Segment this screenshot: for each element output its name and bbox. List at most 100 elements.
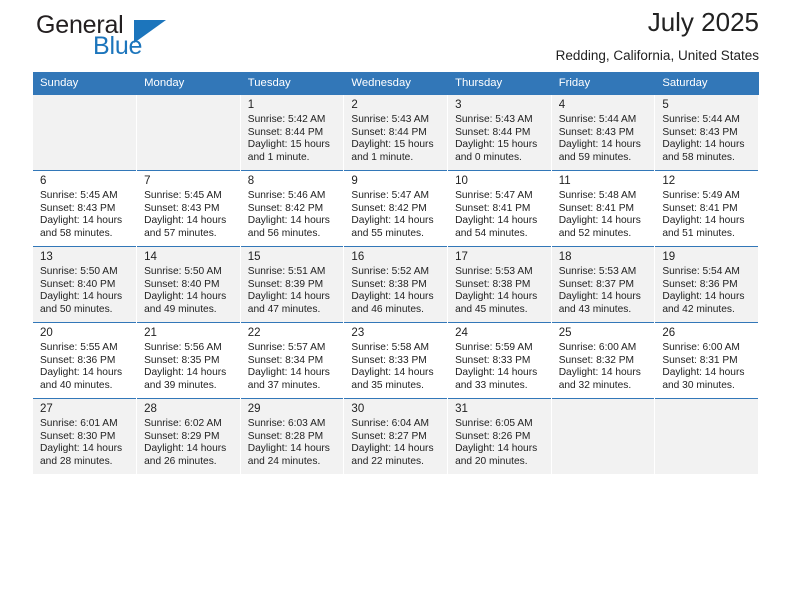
day-cell[interactable]: 16 Sunrise: 5:52 AM Sunset: 8:38 PM Dayli… — [343, 246, 449, 323]
day-number: 15 — [247, 251, 261, 263]
day-cell[interactable] — [654, 398, 759, 474]
day-cell[interactable]: 29 Sunrise: 6:03 AM Sunset: 8:28 PM Dayli… — [240, 398, 345, 474]
general-blue-logo: General Blue — [36, 12, 216, 68]
day-cell[interactable]: 1 Sunrise: 5:42 AM Sunset: 8:44 PM Daylig… — [240, 94, 345, 171]
day-number: 16 — [351, 251, 365, 263]
day-number: 19 — [662, 251, 676, 263]
day-cell[interactable]: 3 Sunrise: 5:43 AM Sunset: 8:44 PM Daylig… — [447, 94, 552, 171]
day-sun-info: Sunrise: 6:05 AM Sunset: 8:26 PM Dayligh… — [455, 418, 538, 467]
day-sun-info: Sunrise: 5:50 AM Sunset: 8:40 PM Dayligh… — [144, 266, 227, 315]
day-number: 8 — [247, 175, 255, 187]
day-sun-info: Sunrise: 6:01 AM Sunset: 8:30 PM Dayligh… — [40, 418, 123, 467]
day-cell[interactable]: 6 Sunrise: 5:45 AM Sunset: 8:43 PM Daylig… — [33, 170, 138, 247]
day-cell[interactable]: 21 Sunrise: 5:56 AM Sunset: 8:35 PM Dayli… — [136, 322, 241, 399]
day-cell[interactable]: 20 Sunrise: 5:55 AM Sunset: 8:36 PM Dayli… — [33, 322, 138, 399]
day-sun-info: Sunrise: 5:56 AM Sunset: 8:35 PM Dayligh… — [144, 342, 227, 391]
day-cell[interactable]: 24 Sunrise: 5:59 AM Sunset: 8:33 PM Dayli… — [447, 322, 552, 399]
day-number: 9 — [351, 175, 358, 187]
day-number: 22 — [247, 327, 261, 339]
weekday-header-row: Sunday Monday Tuesday Wednesday Thursday… — [33, 72, 759, 95]
day-cell[interactable]: 7 Sunrise: 5:45 AM Sunset: 8:43 PM Daylig… — [136, 170, 241, 247]
calendar-week-row: 27 Sunrise: 6:01 AM Sunset: 8:30 PM Dayli… — [33, 398, 759, 474]
day-cell[interactable]: 12 Sunrise: 5:49 AM Sunset: 8:41 PM Dayli… — [654, 170, 759, 247]
day-cell[interactable] — [136, 94, 241, 171]
day-sun-info: Sunrise: 5:51 AM Sunset: 8:39 PM Dayligh… — [247, 266, 330, 315]
day-sun-info: Sunrise: 5:57 AM Sunset: 8:34 PM Dayligh… — [247, 342, 330, 391]
day-number: 17 — [455, 251, 468, 263]
calendar-week-row: 1 Sunrise: 5:42 AM Sunset: 8:44 PM Daylig… — [33, 94, 759, 171]
day-sun-info: Sunrise: 5:58 AM Sunset: 8:33 PM Dayligh… — [351, 342, 434, 391]
day-number: 2 — [351, 99, 358, 111]
day-cell[interactable]: 30 Sunrise: 6:04 AM Sunset: 8:27 PM Dayli… — [343, 398, 449, 474]
day-cell[interactable]: 19 Sunrise: 5:54 AM Sunset: 8:36 PM Dayli… — [654, 246, 759, 323]
calendar-week-row: 13 Sunrise: 5:50 AM Sunset: 8:40 PM Dayli… — [33, 246, 759, 323]
day-cell[interactable]: 10 Sunrise: 5:47 AM Sunset: 8:41 PM Dayli… — [447, 170, 552, 247]
day-cell[interactable]: 2 Sunrise: 5:43 AM Sunset: 8:44 PM Daylig… — [343, 94, 449, 171]
day-sun-info: Sunrise: 5:48 AM Sunset: 8:41 PM Dayligh… — [558, 190, 641, 239]
day-sun-info: Sunrise: 6:00 AM Sunset: 8:32 PM Dayligh… — [558, 342, 641, 391]
day-number: 7 — [144, 175, 151, 187]
calendar-page: General Blue July 2025 Redding, Californ… — [0, 0, 792, 612]
day-number: 21 — [144, 327, 157, 339]
day-number: 29 — [247, 403, 261, 415]
day-cell[interactable]: 14 Sunrise: 5:50 AM Sunset: 8:40 PM Dayli… — [136, 246, 241, 323]
day-cell[interactable]: 22 Sunrise: 5:57 AM Sunset: 8:34 PM Dayli… — [240, 322, 345, 399]
page-header: General Blue July 2025 Redding, Californ… — [33, 0, 759, 72]
day-cell[interactable] — [551, 398, 656, 474]
day-sun-info: Sunrise: 6:02 AM Sunset: 8:29 PM Dayligh… — [144, 418, 227, 467]
day-cell[interactable]: 11 Sunrise: 5:48 AM Sunset: 8:41 PM Dayli… — [551, 170, 656, 247]
day-number: 28 — [144, 403, 157, 415]
day-number: 26 — [662, 327, 676, 339]
day-number: 30 — [351, 403, 365, 415]
day-number: 11 — [558, 175, 571, 187]
day-sun-info: Sunrise: 5:44 AM Sunset: 8:43 PM Dayligh… — [558, 114, 641, 163]
day-cell[interactable]: 25 Sunrise: 6:00 AM Sunset: 8:32 PM Dayli… — [551, 322, 656, 399]
day-cell[interactable]: 17 Sunrise: 5:53 AM Sunset: 8:38 PM Dayli… — [447, 246, 552, 323]
day-number: 27 — [40, 403, 53, 415]
day-cell[interactable] — [33, 94, 138, 171]
page-subtitle-location: Redding, California, United States — [555, 48, 759, 63]
weekday-header-monday: Monday — [136, 72, 241, 95]
day-cell[interactable]: 26 Sunrise: 6:00 AM Sunset: 8:31 PM Dayli… — [654, 322, 759, 399]
day-number: 14 — [144, 251, 157, 263]
day-cell[interactable]: 5 Sunrise: 5:44 AM Sunset: 8:43 PM Daylig… — [654, 94, 759, 171]
weekday-header-thursday: Thursday — [447, 72, 552, 95]
day-sun-info: Sunrise: 5:46 AM Sunset: 8:42 PM Dayligh… — [247, 190, 330, 239]
day-sun-info: Sunrise: 5:50 AM Sunset: 8:40 PM Dayligh… — [40, 266, 123, 315]
day-sun-info: Sunrise: 5:43 AM Sunset: 8:44 PM Dayligh… — [455, 114, 538, 163]
day-cell[interactable]: 28 Sunrise: 6:02 AM Sunset: 8:29 PM Dayli… — [136, 398, 241, 474]
day-cell[interactable]: 9 Sunrise: 5:47 AM Sunset: 8:42 PM Daylig… — [343, 170, 449, 247]
day-cell[interactable]: 23 Sunrise: 5:58 AM Sunset: 8:33 PM Dayli… — [343, 322, 449, 399]
day-number: 1 — [247, 99, 255, 111]
day-sun-info: Sunrise: 5:49 AM Sunset: 8:41 PM Dayligh… — [662, 190, 745, 239]
day-number: 12 — [662, 175, 676, 187]
day-sun-info: Sunrise: 5:44 AM Sunset: 8:43 PM Dayligh… — [662, 114, 745, 163]
calendar-week-row: 20 Sunrise: 5:55 AM Sunset: 8:36 PM Dayli… — [33, 322, 759, 399]
day-cell[interactable]: 4 Sunrise: 5:44 AM Sunset: 8:43 PM Daylig… — [551, 94, 656, 171]
day-sun-info: Sunrise: 5:47 AM Sunset: 8:41 PM Dayligh… — [455, 190, 538, 239]
weekday-header-wednesday: Wednesday — [343, 72, 449, 95]
day-sun-info: Sunrise: 6:03 AM Sunset: 8:28 PM Dayligh… — [247, 418, 330, 467]
day-number: 4 — [558, 99, 566, 111]
sunrise-sunset-calendar: Sunday Monday Tuesday Wednesday Thursday… — [33, 72, 759, 474]
weekday-header-tuesday: Tuesday — [240, 72, 345, 95]
day-cell[interactable]: 31 Sunrise: 6:05 AM Sunset: 8:26 PM Dayli… — [447, 398, 552, 474]
day-cell[interactable]: 18 Sunrise: 5:53 AM Sunset: 8:37 PM Dayli… — [551, 246, 656, 323]
weekday-header-saturday: Saturday — [654, 72, 759, 95]
day-number: 13 — [40, 251, 53, 263]
day-sun-info: Sunrise: 5:59 AM Sunset: 8:33 PM Dayligh… — [455, 342, 538, 391]
day-cell[interactable]: 8 Sunrise: 5:46 AM Sunset: 8:42 PM Daylig… — [240, 170, 345, 247]
page-title: July 2025 — [647, 7, 759, 37]
day-cell[interactable]: 13 Sunrise: 5:50 AM Sunset: 8:40 PM Dayli… — [33, 246, 138, 323]
day-number: 6 — [40, 175, 47, 187]
logo-triangle-icon — [134, 20, 166, 43]
day-number: 20 — [40, 327, 53, 339]
day-cell[interactable]: 27 Sunrise: 6:01 AM Sunset: 8:30 PM Dayli… — [33, 398, 138, 474]
day-number: 24 — [455, 327, 468, 339]
day-sun-info: Sunrise: 5:47 AM Sunset: 8:42 PM Dayligh… — [351, 190, 434, 239]
day-sun-info: Sunrise: 6:00 AM Sunset: 8:31 PM Dayligh… — [662, 342, 745, 391]
day-sun-info: Sunrise: 6:04 AM Sunset: 8:27 PM Dayligh… — [351, 418, 434, 467]
day-number: 25 — [558, 327, 572, 339]
day-sun-info: Sunrise: 5:55 AM Sunset: 8:36 PM Dayligh… — [40, 342, 123, 391]
day-cell[interactable]: 15 Sunrise: 5:51 AM Sunset: 8:39 PM Dayli… — [240, 246, 345, 323]
